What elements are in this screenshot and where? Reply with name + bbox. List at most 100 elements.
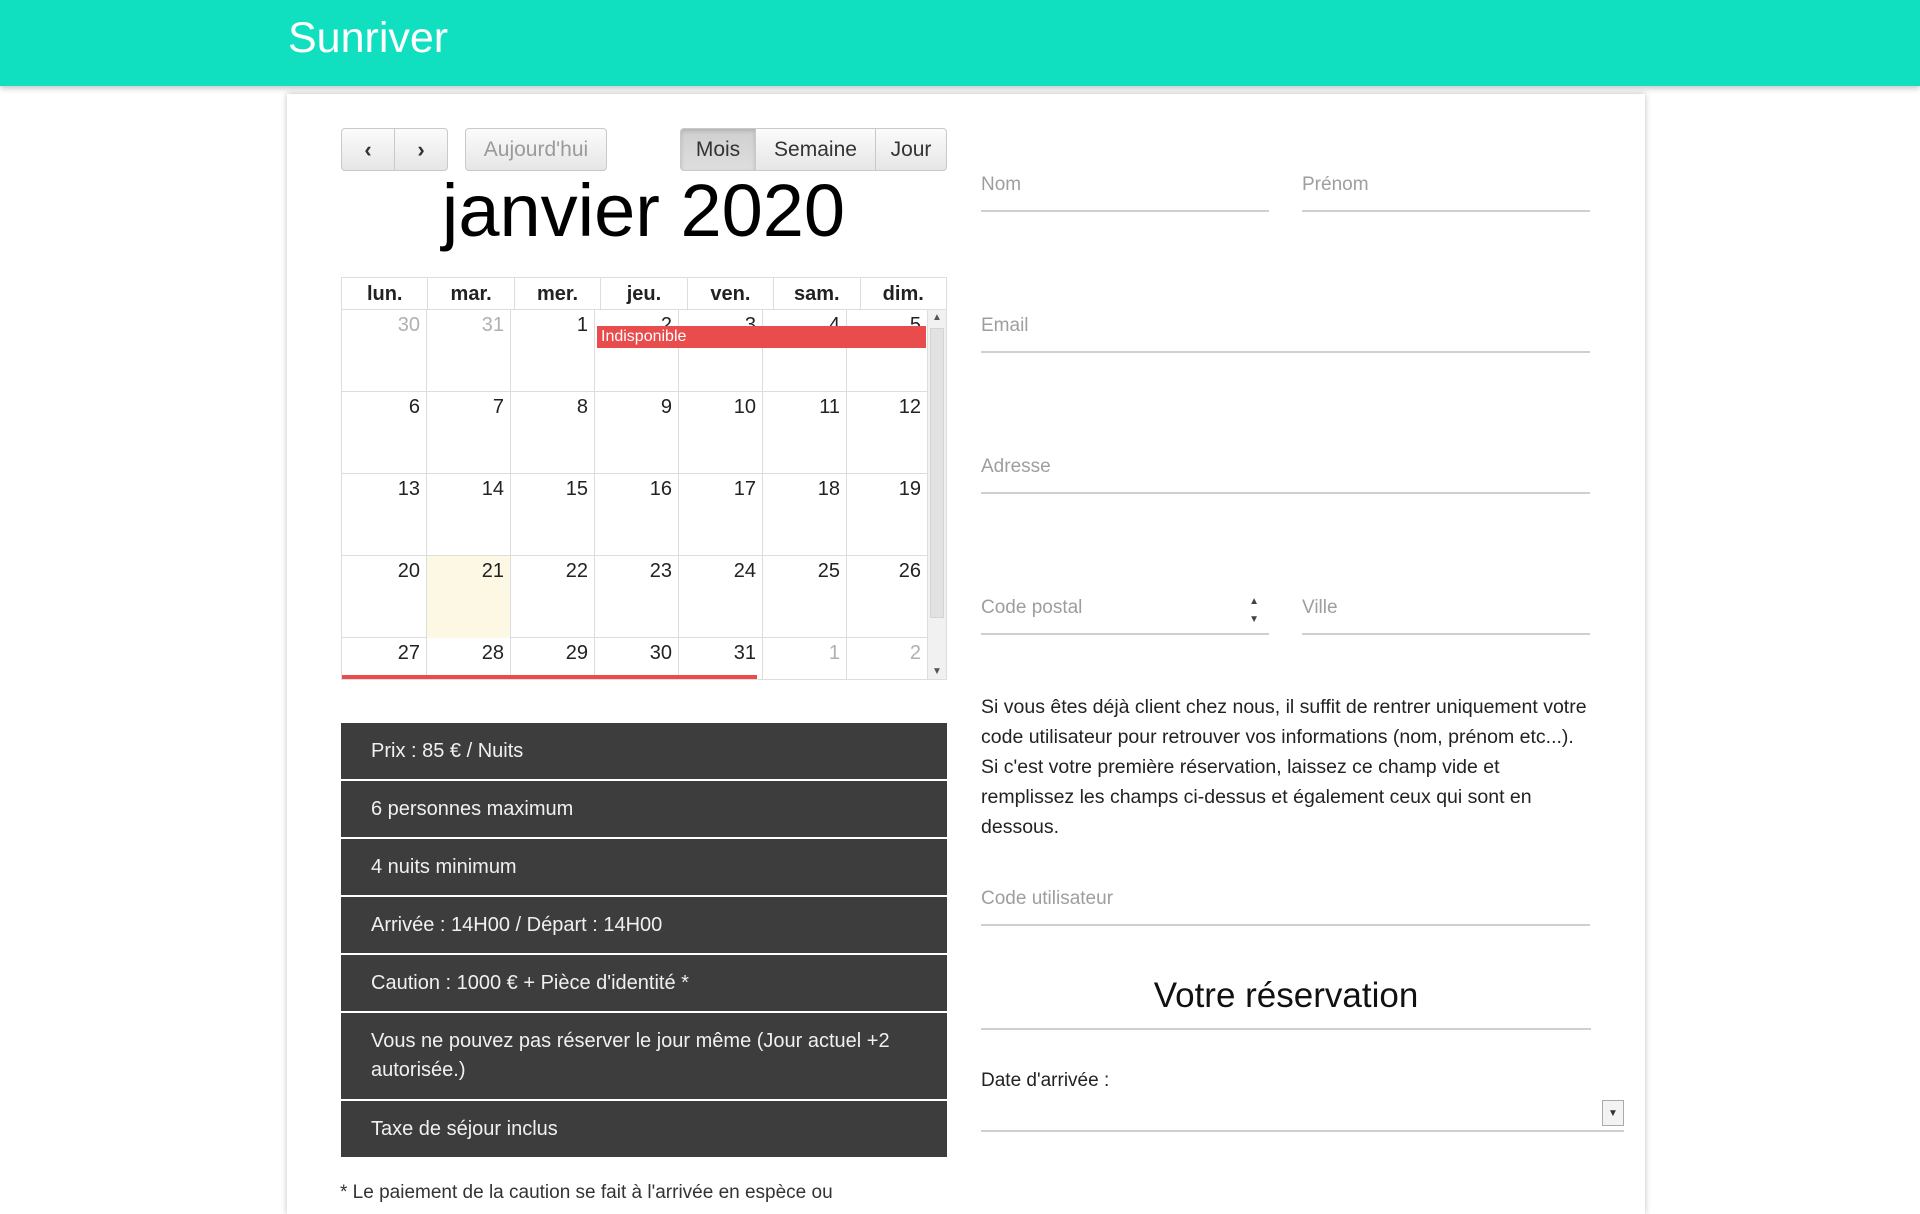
view-month-button[interactable]: Mois [680,128,756,171]
day-number: 31 [733,642,756,664]
info-item-min-nights: 4 nuits minimum [341,839,947,897]
weekday-header: jeu. [601,278,688,309]
calendar-day-cell[interactable]: 27 [342,638,427,679]
day-number: 29 [565,642,588,664]
calendar-day-cell[interactable]: 5 [847,310,927,392]
day-number: 10 [733,396,756,418]
day-number: 7 [492,396,504,418]
calendar-day-cell[interactable]: 17 [679,474,763,556]
calendar-day-cell[interactable]: 1 [763,638,847,679]
code-utilisateur-placeholder: Code utilisateur [981,888,1114,909]
chevron-right-icon: › [417,136,425,162]
deposit-footnote: * Le paiement de la caution se fait à l'… [340,1182,833,1203]
calendar-week-row: 6 7 8 9 10 11 12 [342,392,927,474]
calendar-day-cell[interactable]: 30 [342,310,427,392]
scroll-thumb[interactable] [930,328,944,618]
calendar-day-cell[interactable]: 16 [595,474,679,556]
calendar-day-cell[interactable]: 12 [847,392,927,474]
calendar-day-cell[interactable]: 21 [427,556,511,638]
ville-placeholder: Ville [1302,597,1338,618]
scroll-up-icon[interactable]: ▲ [928,310,946,326]
calendar-day-cell[interactable]: 7 [427,392,511,474]
prev-month-button[interactable]: ‹ [341,128,395,171]
calendar-day-cell[interactable]: 23 [595,556,679,638]
calendar-day-cell[interactable]: 11 [763,392,847,474]
calendar-day-cell[interactable]: 25 [763,556,847,638]
code-postal-field[interactable]: Code postal ▲ ▼ [981,585,1269,635]
nom-field[interactable]: Nom [981,162,1269,212]
chevron-left-icon: ‹ [364,136,372,162]
info-item-price: Prix : 85 € / Nuits [341,723,947,781]
ville-field[interactable]: Ville [1302,585,1590,635]
calendar-day-cell[interactable]: 8 [511,392,595,474]
weekday-header: dim. [882,283,924,305]
calendar-day-cell[interactable]: 19 [847,474,927,556]
calendar-day-cell[interactable]: 29 [511,638,595,679]
day-number: 28 [481,642,504,664]
prenom-placeholder: Prénom [1302,174,1369,195]
view-week-button[interactable]: Semaine [755,128,876,171]
calendar-day-cell[interactable]: 31 [679,638,763,679]
date-arrivee-label: Date d'arrivée : [981,1070,1110,1091]
day-number: 18 [817,478,840,500]
reservation-section-title: Votre réservation [981,976,1591,1030]
calendar-day-cell[interactable]: 14 [427,474,511,556]
day-number: 2 [909,642,921,664]
today-button[interactable]: Aujourd'hui [465,128,607,171]
calendar-day-cell[interactable]: 26 [847,556,927,638]
day-number: 13 [397,478,420,500]
code-postal-placeholder: Code postal [981,597,1083,618]
calendar-day-cell[interactable]: 2 [847,638,927,679]
info-item-deposit: Caution : 1000 € + Pièce d'identité * [341,955,947,1013]
view-day-button[interactable]: Jour [875,128,947,171]
unavailable-event-bar[interactable] [342,675,757,679]
calendar-day-cell[interactable]: 9 [595,392,679,474]
day-number: 21 [481,560,504,582]
info-item-booking-rule: Vous ne pouvez pas réserver le jour même… [341,1013,947,1101]
calendar-day-cell[interactable]: 10 [679,392,763,474]
day-number: 6 [408,396,420,418]
calendar-day-cell[interactable]: 3 [679,310,763,392]
day-number: 26 [898,560,921,582]
day-number: 9 [660,396,672,418]
calendar-day-cell[interactable]: 4 [763,310,847,392]
day-number: 1 [828,642,840,664]
returning-client-info: Si vous êtes déjà client chez nous, il s… [981,696,1587,838]
weekday-header: mer. [515,278,602,309]
calendar-day-cell[interactable]: 30 [595,638,679,679]
email-field[interactable]: Email [981,303,1590,353]
next-month-button[interactable]: › [394,128,448,171]
day-number: 19 [898,478,921,500]
calendar-day-cell[interactable]: 6 [342,392,427,474]
day-number: 30 [397,314,420,336]
calendar-day-cell[interactable]: 28 [427,638,511,679]
day-number: 25 [817,560,840,582]
day-number: 11 [819,396,840,418]
day-number: 12 [898,396,921,418]
prenom-field[interactable]: Prénom [1302,162,1590,212]
calendar-scrollbar[interactable]: ▲ ▼ [927,310,946,679]
code-utilisateur-field[interactable]: Code utilisateur [981,876,1590,926]
day-number: 15 [565,478,588,500]
calendar-day-cell[interactable]: 18 [763,474,847,556]
adresse-field[interactable]: Adresse [981,444,1590,494]
calendar-day-cell[interactable]: 2 [595,310,679,392]
calendar-day-cell[interactable]: 20 [342,556,427,638]
calendar-day-cell[interactable]: 24 [679,556,763,638]
calendar-day-cell[interactable]: 13 [342,474,427,556]
unavailable-event[interactable]: Indisponible [597,326,926,348]
info-item-tax: Taxe de séjour inclus [341,1101,947,1159]
calendar-day-cell[interactable]: 15 [511,474,595,556]
calendar-day-cell[interactable]: 1 [511,310,595,392]
scroll-down-icon[interactable]: ▼ [928,664,946,679]
calendar-day-cell[interactable]: 22 [511,556,595,638]
number-spinner-icon[interactable]: ▲ ▼ [1249,593,1259,629]
weekday-header: mar. [428,278,515,309]
date-arrivee-select[interactable]: ▼ [981,1098,1624,1132]
dropdown-arrow-icon[interactable]: ▼ [1602,1100,1624,1126]
calendar-day-cell[interactable]: 31 [427,310,511,392]
calendar-week-row: 13 14 15 16 17 18 19 [342,474,927,556]
brand-title[interactable]: Sunriver [288,14,448,63]
weekday-header: sam. [774,278,861,309]
rental-info-list: Prix : 85 € / Nuits 6 personnes maximum … [341,723,947,1159]
